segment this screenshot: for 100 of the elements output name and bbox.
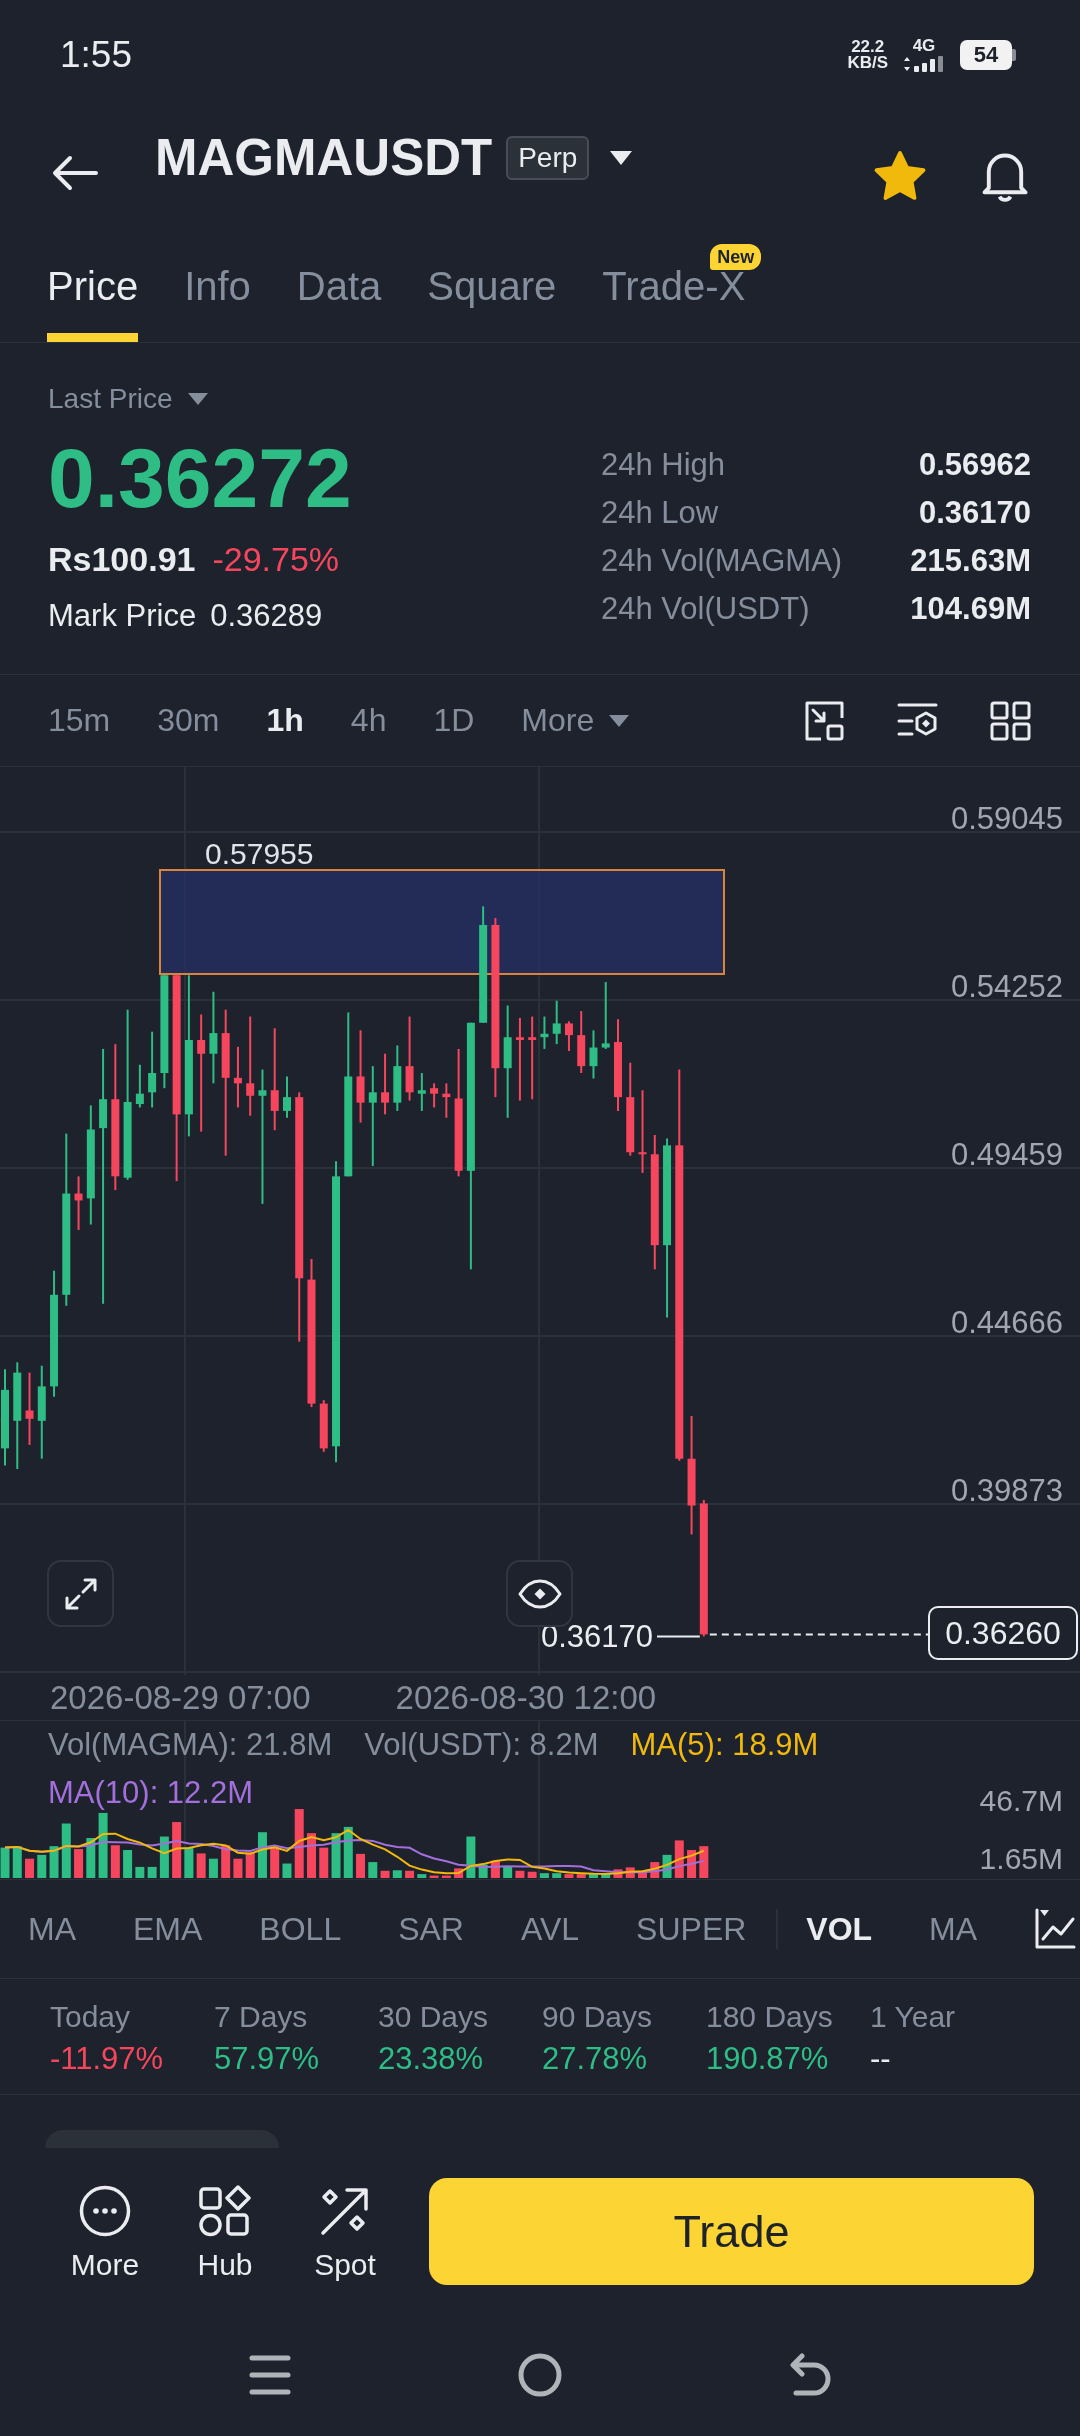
stat-label: 24h Vol(MAGMA) — [601, 543, 844, 579]
candle — [319, 1399, 328, 1453]
period-label: 180 Days — [706, 1999, 834, 2035]
highlight-zone[interactable] — [159, 869, 725, 975]
volume-bar — [699, 1846, 709, 1878]
more-intervals-dropdown[interactable]: More — [521, 702, 631, 739]
time-axis-label: 2026-08-30 12:00 — [395, 1678, 657, 1717]
indicator-tab[interactable]: AVL — [520, 1910, 580, 1948]
candle — [283, 1075, 291, 1119]
interval-tab[interactable]: 15m — [48, 702, 111, 739]
volume-bar — [576, 1874, 586, 1878]
volume-bar — [441, 1875, 451, 1878]
status-time: 1:55 — [60, 34, 132, 76]
volume-bar — [196, 1853, 206, 1878]
indicator-tab[interactable]: MA — [929, 1910, 978, 1948]
interval-tab[interactable]: 4h — [350, 702, 387, 739]
volume-bar — [674, 1840, 684, 1878]
candle — [589, 1029, 598, 1080]
volume-bar — [61, 1823, 71, 1878]
indicator-tab[interactable]: VOL — [806, 1910, 873, 1948]
current-price-tag: 0.36260 — [928, 1606, 1078, 1660]
tab[interactable]: Square — [427, 240, 557, 342]
volume-bar — [368, 1862, 378, 1878]
tab[interactable]: Price — [47, 240, 139, 342]
volume-bar — [319, 1847, 329, 1878]
stat-label: 24h High — [601, 447, 727, 483]
volume-bar — [625, 1867, 635, 1878]
price-axis-label: 0.49459 — [950, 1137, 1063, 1172]
price-axis-label: 0.44666 — [950, 1305, 1063, 1340]
volume-bar — [282, 1863, 292, 1878]
candle — [417, 1072, 426, 1112]
line-chart-icon[interactable] — [1034, 1908, 1077, 1950]
candle — [74, 1175, 83, 1232]
volume-bar — [12, 1846, 22, 1878]
interval-tab[interactable]: 1h — [266, 702, 304, 739]
volume-bar — [25, 1858, 34, 1878]
volume-stat-label: MA(5): 18.9M — [630, 1727, 819, 1763]
pair-title[interactable]: MAGMAUSDT — [155, 132, 493, 184]
volume-bar — [74, 1849, 84, 1878]
window-arrow-icon[interactable] — [804, 700, 845, 741]
volume-bar — [613, 1869, 623, 1878]
menu-icon[interactable] — [248, 2353, 292, 2397]
low-price-leader-line — [656, 1635, 701, 1638]
more-button[interactable]: More — [55, 2178, 155, 2283]
trade-button[interactable]: Trade — [429, 2178, 1034, 2285]
volume-bar — [294, 1809, 304, 1878]
return-icon[interactable] — [788, 2353, 832, 2397]
stat-value: 0.56962 — [917, 447, 1031, 483]
hub-button[interactable]: Hub — [175, 2178, 275, 2283]
price-axis-label: 0.39873 — [950, 1473, 1063, 1508]
volume-bar — [331, 1833, 341, 1878]
caret-down-icon[interactable] — [609, 150, 634, 166]
volume-bar — [159, 1836, 169, 1878]
period-label: Today — [50, 1999, 132, 2035]
volume-bar — [0, 1847, 10, 1878]
candle — [393, 1044, 402, 1112]
eye-button[interactable] — [506, 1560, 573, 1627]
volume-bar — [466, 1836, 476, 1878]
volume-bar — [356, 1853, 366, 1878]
candle — [564, 1020, 573, 1052]
volume-bar — [601, 1874, 611, 1878]
star-icon[interactable] — [873, 150, 927, 202]
price-type-dropdown[interactable]: Last Price — [48, 382, 209, 416]
zone-price-label: 0.57955 — [205, 837, 314, 870]
volume-bar — [233, 1858, 243, 1878]
period-change: 23.38% — [378, 2040, 485, 2077]
volume-bar — [687, 1850, 697, 1878]
tab-badge: New — [710, 244, 762, 270]
volume-bar — [86, 1838, 96, 1878]
stat-value: 104.69M — [910, 591, 1031, 627]
indicator-tab[interactable]: SAR — [398, 1910, 464, 1948]
volume-stat-label: MA(10): 12.2M — [48, 1775, 253, 1811]
candle — [135, 1063, 144, 1109]
back-icon[interactable] — [52, 155, 98, 191]
network-speed: 22.2 — [851, 39, 885, 55]
interval-tab[interactable]: 1D — [433, 702, 475, 739]
volume-bar — [503, 1866, 513, 1878]
volume-bar — [392, 1870, 402, 1878]
stat-value: 215.63M — [910, 543, 1031, 579]
indicator-tab[interactable]: SUPER — [636, 1910, 747, 1948]
tab[interactable]: Info — [184, 240, 251, 342]
volume-bar — [650, 1862, 660, 1878]
expand-button[interactable] — [47, 1560, 114, 1627]
volume-bar — [638, 1870, 647, 1878]
volume-bar — [98, 1812, 108, 1878]
volume-bar — [552, 1873, 562, 1878]
indicator-tab[interactable]: BOLL — [259, 1910, 342, 1948]
interval-tab[interactable]: 30m — [157, 702, 220, 739]
spot-button[interactable]: Spot — [295, 2178, 395, 2283]
indicator-tab[interactable]: EMA — [133, 1910, 203, 1948]
volume-bar — [147, 1866, 157, 1878]
period-change: 57.97% — [214, 2040, 321, 2077]
home-icon[interactable] — [518, 2353, 562, 2397]
volume-bar — [184, 1847, 194, 1878]
caret-down-icon — [608, 713, 631, 728]
volume-bar — [49, 1846, 59, 1878]
grid-icon[interactable] — [990, 700, 1031, 741]
indicator-tab[interactable]: MA — [28, 1910, 76, 1948]
network-type: 4G — [912, 38, 936, 54]
tab[interactable]: Data — [296, 240, 382, 342]
